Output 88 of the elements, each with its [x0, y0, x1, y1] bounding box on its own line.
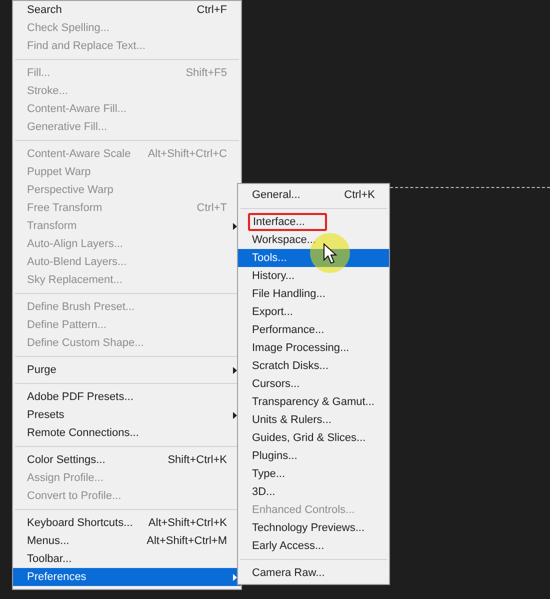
menu-item-label: Preferences — [27, 570, 86, 585]
menu-item[interactable]: Tools... — [238, 249, 389, 267]
menu-item[interactable]: Keyboard Shortcuts... Alt+Shift+Ctrl+K — [13, 514, 241, 532]
menu-item-label: Define Custom Shape... — [27, 336, 144, 351]
menu-item-label: File Handling... — [252, 286, 326, 302]
menu-item[interactable]: Transparency & Gamut... — [238, 393, 389, 411]
shortcut-label: Alt+Shift+Ctrl+M — [146, 534, 227, 549]
menu-item[interactable]: Cursors... — [238, 375, 389, 393]
menu-item-label: Convert to Profile... — [27, 488, 122, 504]
menu-item-label: Auto-Align Layers... — [27, 236, 123, 252]
menu-item[interactable]: Image Processing... — [238, 339, 389, 357]
menu-item[interactable]: Interface... — [238, 213, 389, 231]
shortcut-label: Ctrl+T — [196, 200, 227, 216]
menu-item-label: Guides, Grid & Slices... — [252, 430, 366, 446]
menu-item-label: Define Pattern... — [27, 318, 106, 333]
menu-item-label: Plugins... — [252, 448, 298, 464]
menu-item-label: Auto-Blend Layers... — [27, 254, 127, 270]
shortcut-label: Ctrl+F — [196, 2, 227, 18]
menu-item[interactable]: Adobe PDF Presets... — [13, 388, 241, 406]
menu-item-label: Free Transform — [27, 200, 102, 216]
menu-item-label: General... — [252, 188, 300, 203]
menu-item[interactable]: Remote Connections... — [13, 424, 241, 442]
menu-item-label: Transform — [27, 218, 77, 234]
menu-item[interactable]: Workspace... — [238, 231, 389, 249]
shortcut-label: Shift+F5 — [186, 66, 227, 81]
menu-item-label: Generative Fill... — [27, 120, 108, 135]
menu-item-label: Performance... — [252, 322, 324, 338]
menu-item[interactable]: Presets — [13, 406, 241, 424]
menu-item[interactable]: Toolbar... — [13, 550, 241, 568]
menu-item-label: Camera Raw... — [252, 566, 325, 581]
menu-item-label: Sky Replacement... — [27, 272, 122, 288]
menu-item[interactable]: Purge — [13, 361, 241, 379]
menu-item[interactable]: General... Ctrl+K — [238, 186, 389, 204]
menu-item-label: Tools... — [252, 250, 287, 266]
menu-item-label: Perspective Warp — [27, 182, 114, 198]
menu-item-label: Scratch Disks... — [252, 358, 328, 374]
menu-item-label: Content-Aware Fill... — [27, 102, 126, 117]
menu-item-label: Keyboard Shortcuts... — [27, 516, 133, 531]
outlined-label: Interface... — [248, 213, 327, 231]
menu-item[interactable]: Menus... Alt+Shift+Ctrl+M — [13, 532, 241, 550]
menu-item-label: History... — [252, 268, 295, 284]
menu-item-label: Units & Rulers... — [252, 412, 332, 428]
menu-item-label: 3D... — [252, 484, 276, 500]
menu-item-label: Image Processing... — [252, 340, 350, 356]
menu-item[interactable]: Performance... — [238, 321, 389, 339]
menu-item-label: Define Brush Preset... — [27, 300, 135, 315]
menu-item-label: Purge — [27, 362, 56, 378]
menu-item-label: Search — [27, 2, 62, 18]
menu-item-label: Type... — [252, 466, 286, 482]
menu-item-label: Fill... — [27, 66, 50, 81]
menu-item-label: Adobe PDF Presets... — [27, 390, 134, 405]
menu-item-label: Toolbar... — [27, 552, 72, 567]
menu-item-label: Transparency & Gamut... — [252, 394, 374, 410]
menu-item[interactable]: File Handling... — [238, 285, 389, 303]
menu-item[interactable]: Plugins... — [238, 447, 389, 465]
menu-item-label: Check Spelling... — [27, 20, 110, 36]
menu-item-label: Color Settings... — [27, 452, 106, 468]
menu-item-label: Find and Replace Text... — [27, 38, 146, 54]
menu-item[interactable]: Type... — [238, 465, 389, 483]
menu-item[interactable]: Technology Previews... — [238, 519, 389, 537]
menu-item[interactable]: Color Settings... Shift+Ctrl+K — [13, 451, 241, 469]
menu-item[interactable]: History... — [238, 267, 389, 285]
menu-item-label: Workspace... — [252, 232, 316, 248]
menu-item[interactable]: Camera Raw... — [238, 564, 389, 582]
menu-item[interactable]: 3D... — [238, 483, 389, 501]
menu-item-label: Technology Previews... — [252, 520, 364, 536]
shortcut-label: Ctrl+K — [344, 188, 375, 203]
menu-item[interactable]: Search Ctrl+F — [13, 1, 241, 19]
shortcut-label: Shift+Ctrl+K — [168, 452, 227, 468]
menu-item-label: Content-Aware Scale — [27, 146, 131, 162]
shortcut-label: Alt+Shift+Ctrl+K — [148, 516, 227, 531]
menu-item[interactable]: Preferences — [13, 568, 241, 586]
menu-item[interactable]: Scratch Disks... — [238, 357, 389, 375]
menu-item-label: Early Access... — [252, 538, 324, 554]
menu-item-label: Menus... — [27, 534, 70, 549]
menu-item-label: Remote Connections... — [27, 426, 139, 441]
shortcut-label: Alt+Shift+Ctrl+C — [148, 146, 227, 162]
menu-item-label: Presets — [27, 408, 64, 423]
menu-item[interactable]: Export... — [238, 303, 389, 321]
menu-item-label: Assign Profile... — [27, 470, 104, 486]
menu-item-label: Cursors... — [252, 376, 300, 392]
menu-item[interactable]: Units & Rulers... — [238, 411, 389, 429]
menu-item[interactable]: Guides, Grid & Slices... — [238, 429, 389, 447]
menu-item-label: Enhanced Controls... — [252, 502, 355, 518]
menu-item[interactable]: Early Access... — [238, 537, 389, 555]
menu-item-label: Stroke... — [27, 84, 68, 99]
menu-item-label: Puppet Warp — [27, 164, 91, 180]
menu-item-label: Export... — [252, 304, 293, 320]
